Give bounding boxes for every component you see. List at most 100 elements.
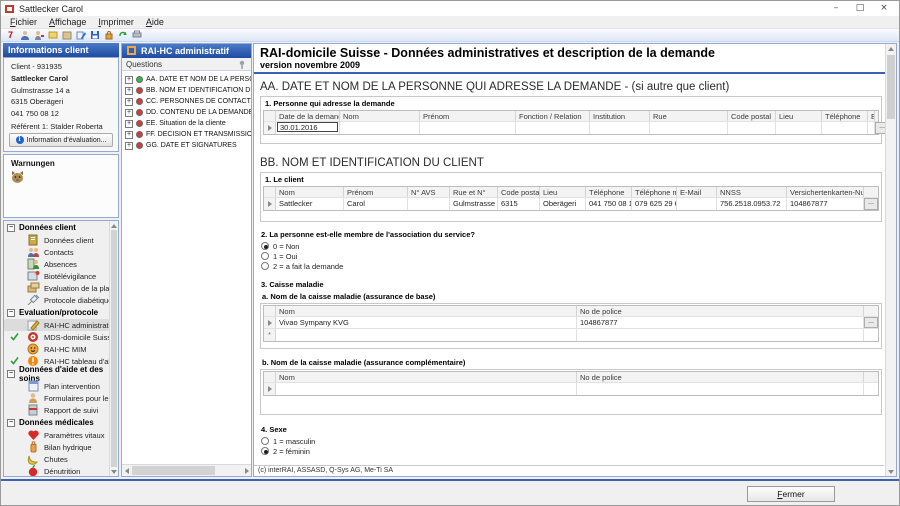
col-header[interactable]: Téléphone — [586, 187, 632, 197]
cell[interactable] — [728, 122, 776, 134]
print-preview-icon[interactable] — [131, 30, 142, 41]
cell[interactable]: Sattlecker — [276, 198, 344, 210]
menu-fichier[interactable]: Fichier — [4, 16, 43, 28]
col-header[interactable]: E-Mail — [677, 187, 717, 197]
nav-group-evaluation-protocole[interactable]: −Evaluation/protocole — [4, 306, 109, 319]
col-header[interactable]: Rue — [650, 111, 728, 121]
nav-group-donnees-medicales[interactable]: −Données médicales — [4, 416, 109, 429]
cell[interactable]: Oberägeri — [540, 198, 586, 210]
col-header[interactable]: Nom — [276, 187, 344, 197]
date-demande-input[interactable]: 30.01.2016 — [277, 122, 338, 132]
nav-item-donnees-client[interactable]: Données client — [4, 234, 109, 246]
collapse-icon[interactable]: − — [7, 224, 15, 232]
cell[interactable] — [577, 329, 864, 341]
expand-icon[interactable]: + — [125, 109, 133, 117]
radio-membre-demande[interactable]: 2 = a fait la demande — [261, 261, 882, 271]
scroll-right-icon[interactable] — [242, 465, 251, 476]
cell[interactable] — [650, 122, 728, 134]
col-header[interactable]: Nom — [276, 306, 577, 316]
nav-item-contacts[interactable]: Contacts — [4, 246, 109, 258]
tree-item-dd[interactable]: +DD. CONTENU DE LA DEMANDE — [122, 107, 251, 118]
col-header[interactable]: N° AVS — [408, 187, 450, 197]
scroll-down-icon[interactable] — [110, 467, 118, 476]
expand-icon[interactable]: + — [125, 87, 133, 95]
cell[interactable] — [516, 122, 590, 134]
radio-sexe-masculin[interactable]: 1 = masculin — [261, 436, 882, 446]
table-row[interactable]: 30.01.2016 ... — [264, 122, 878, 134]
table-new-row[interactable]: * — [264, 329, 878, 341]
cell[interactable] — [577, 383, 864, 395]
nav-item-biotelevigilance[interactable]: Biotélévigilance — [4, 270, 109, 282]
col-header[interactable]: Téléphone mobile — [632, 187, 677, 197]
col-header[interactable]: No de police — [577, 372, 864, 382]
cell[interactable] — [868, 122, 875, 134]
tree-item-cc[interactable]: +CC. PERSONNES DE CONTACT — [122, 96, 251, 107]
col-header[interactable]: No de police — [577, 306, 864, 316]
cell[interactable]: 041 750 08 12 — [586, 198, 632, 210]
radio-membre-non[interactable]: 0 = Non — [261, 241, 882, 251]
nav-item-formulaires-medecin[interactable]: Formulaires pour le médecin — [4, 392, 109, 404]
cell[interactable]: Vivao Sympany KVG — [276, 317, 577, 328]
cell[interactable]: 104867877 — [787, 198, 864, 210]
form-scrollbar[interactable] — [885, 44, 896, 476]
note-icon[interactable] — [47, 30, 58, 41]
table-row[interactable]: Vivao Sympany KVG 104867877 ... — [264, 317, 878, 329]
nav-item-mds-domicile-suisse[interactable]: MDS-domicile Suisse — [4, 331, 109, 343]
nav-item-evaluation-plaie[interactable]: Evaluation de la plaie — [4, 282, 109, 294]
col-header[interactable]: Prénom — [420, 111, 516, 121]
nav-item-parametres-vitaux[interactable]: Paramètres vitaux — [4, 429, 109, 441]
col-header[interactable]: Lieu — [540, 187, 586, 197]
seven-icon[interactable]: 7 — [5, 30, 16, 41]
col-header[interactable]: NNSS — [717, 187, 787, 197]
form-scrollbar-thumb[interactable] — [887, 55, 895, 119]
expand-icon[interactable]: + — [125, 120, 133, 128]
more-button[interactable]: ... — [864, 317, 878, 328]
tree-item-gg[interactable]: +GG. DATE ET SIGNATURES — [122, 140, 251, 151]
more-button[interactable]: ... — [864, 198, 878, 210]
expand-icon[interactable]: + — [125, 131, 133, 139]
close-button[interactable]: × — [873, 2, 895, 15]
tree-item-bb[interactable]: +BB. NOM ET IDENTIFICATION DU CLIENT — [122, 85, 251, 96]
nav-item-protocole-diabetique[interactable]: Protocole diabétique — [4, 294, 109, 306]
person-exit-icon[interactable] — [33, 30, 44, 41]
cell[interactable]: 079 625 29 62 — [632, 198, 677, 210]
fermer-button[interactable]: Fermer — [747, 486, 835, 502]
nav-item-chutes[interactable]: Chutes — [4, 453, 109, 465]
pin-icon[interactable] — [238, 60, 247, 69]
nav-group-donnees-client[interactable]: −Données client — [4, 221, 109, 234]
nav-item-rai-hc-administratif[interactable]: RAI-HC administratif — [4, 319, 109, 331]
col-header[interactable]: Code postal — [498, 187, 540, 197]
scroll-up-icon[interactable] — [110, 221, 118, 230]
cell[interactable] — [420, 122, 516, 134]
radio-sexe-feminin[interactable]: 2 = féminin — [261, 446, 882, 456]
minimize-button[interactable]: – — [825, 2, 847, 15]
col-header[interactable]: Prénom — [344, 187, 408, 197]
cell[interactable]: 104867877 — [577, 317, 864, 328]
collapse-icon[interactable]: − — [7, 309, 15, 317]
evaluation-info-button[interactable]: i Information d'évaluation... — [9, 133, 113, 147]
col-header[interactable]: Institution — [590, 111, 650, 121]
person-card-icon[interactable] — [61, 30, 72, 41]
cell[interactable]: Carol — [344, 198, 408, 210]
menu-affichage[interactable]: Affichage — [43, 16, 92, 28]
expand-icon[interactable]: + — [125, 142, 133, 150]
col-header[interactable]: Code postal — [728, 111, 776, 121]
cell[interactable] — [276, 383, 577, 395]
col-header[interactable]: Téléphone — [822, 111, 868, 121]
scroll-left-icon[interactable] — [122, 465, 131, 476]
collapse-icon[interactable]: − — [7, 419, 15, 427]
table-row[interactable] — [264, 383, 878, 395]
lock-icon[interactable] — [103, 30, 114, 41]
menu-imprimer[interactable]: Imprimer — [92, 16, 140, 28]
nav-item-absences[interactable]: Absences — [4, 258, 109, 270]
tree-item-ff[interactable]: +FF. DECISION ET TRANSMISSION — [122, 129, 251, 140]
nav-scrollbar[interactable] — [109, 221, 118, 476]
maximize-button[interactable]: □ — [849, 2, 871, 15]
collapse-icon[interactable]: − — [7, 370, 15, 378]
menu-aide[interactable]: Aide — [140, 16, 170, 28]
tree-hscrollbar[interactable] — [122, 464, 251, 476]
col-header[interactable]: Date de la demande — [276, 111, 340, 121]
cell[interactable]: 6315 — [498, 198, 540, 210]
col-header[interactable]: Nom — [340, 111, 420, 121]
cell[interactable]: Gulmstrasse 14 a — [450, 198, 498, 210]
